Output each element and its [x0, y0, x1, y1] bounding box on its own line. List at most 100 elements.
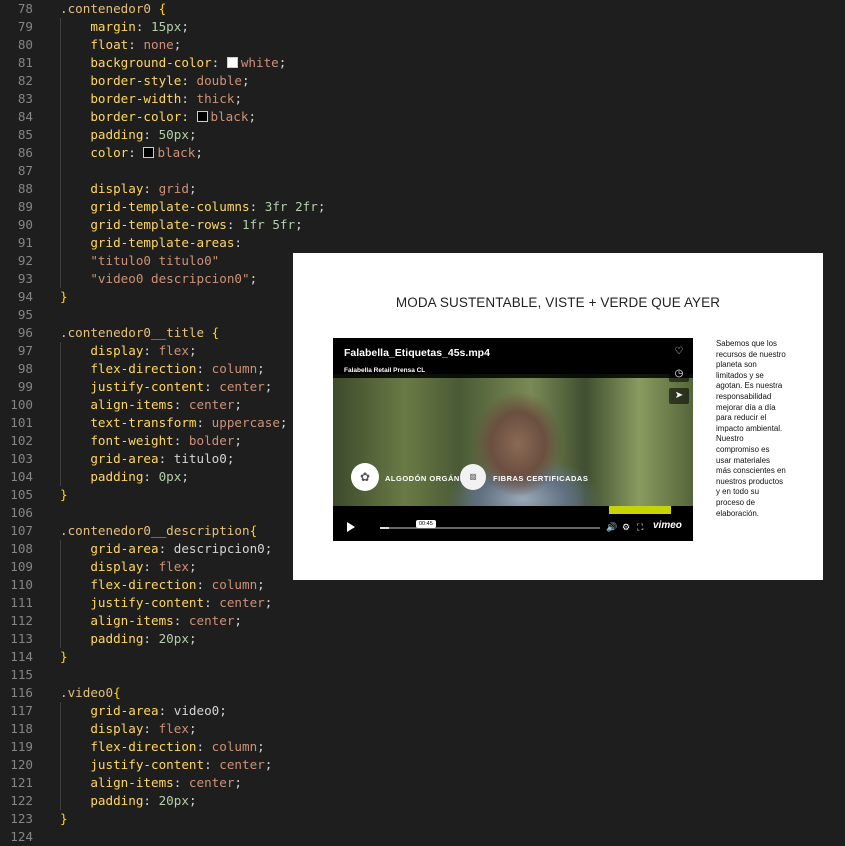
line-number: 85 [17, 127, 33, 142]
code-token: black [157, 145, 196, 160]
code-line[interactable]: 80 float: none; [0, 36, 845, 54]
code-line[interactable]: 84 border-color: black; [0, 108, 845, 126]
code-token: : [173, 775, 189, 790]
code-token: display [90, 721, 144, 736]
line-number: 79 [17, 19, 33, 34]
code-line[interactable]: 79 margin: 15px; [0, 18, 845, 36]
line-number: 82 [17, 73, 33, 88]
logo-right-text: FIBRAS CERTIFICADAS [493, 474, 589, 483]
fiber-logo-icon: ▩ [460, 464, 486, 490]
code-token: ; [317, 199, 326, 214]
code-token: font-weight [90, 433, 174, 448]
code-line[interactable]: 118 display: flex; [0, 720, 845, 738]
line-number: 112 [10, 613, 33, 628]
code-token: grid-template-columns [90, 199, 250, 214]
color-swatch[interactable] [196, 111, 208, 122]
code-token: : [143, 127, 159, 142]
fullscreen-icon[interactable]: ⛶ [637, 521, 643, 533]
code-line[interactable]: 115 [0, 666, 845, 684]
video-author[interactable]: Falabella Retail Prensa CL [344, 367, 425, 374]
code-token: video0 [173, 703, 220, 718]
code-line[interactable]: 89 grid-template-columns: 3fr 2fr; [0, 198, 845, 216]
video-title[interactable]: Falabella_Etiquetas_45s.mp4 [344, 347, 490, 359]
line-number: 98 [17, 361, 33, 376]
code-line[interactable]: 121 align-items: center; [0, 774, 845, 792]
code-line[interactable]: 85 padding: 50px; [0, 126, 845, 144]
line-number: 119 [10, 739, 33, 754]
code-token: ; [188, 127, 197, 142]
code-token: black [210, 109, 249, 124]
code-token: ; [195, 145, 203, 160]
code-token: ; [295, 217, 303, 232]
gear-icon[interactable]: ⚙ [622, 521, 630, 533]
code-token: column [211, 739, 258, 754]
line-number: 81 [17, 55, 33, 70]
code-token: : [128, 145, 144, 160]
code-token: flex-direction [90, 739, 197, 754]
code-token: align-items [90, 613, 174, 628]
code-token: { [158, 1, 167, 16]
code-token: ; [242, 73, 250, 88]
code-line[interactable]: 88 display: grid; [0, 180, 845, 198]
code-token: ; [234, 91, 243, 106]
code-line[interactable]: 112 align-items: center; [0, 612, 845, 630]
code-token: center [188, 613, 235, 628]
video-controls: 00:45 🔊 ⚙ ⛶ vimeo [333, 514, 693, 541]
code-line[interactable]: 81 background-color: white; [0, 54, 845, 72]
code-token: : [196, 577, 212, 592]
heart-icon[interactable]: ♡ [669, 344, 689, 360]
line-number: 102 [10, 433, 33, 448]
code-token: : [204, 757, 220, 772]
code-line[interactable]: 113 padding: 20px; [0, 630, 845, 648]
code-token: ; [188, 793, 197, 808]
line-number: 111 [10, 595, 33, 610]
code-line[interactable]: 91 grid-template-areas: [0, 234, 845, 252]
code-line[interactable]: 116 .video0{ [0, 684, 845, 702]
line-number: 113 [10, 631, 33, 646]
code-line[interactable]: 78 .contenedor0 { [0, 0, 845, 18]
code-line[interactable]: 119 flex-direction: column; [0, 738, 845, 756]
code-line[interactable]: 87 [0, 162, 845, 180]
code-line[interactable]: 82 border-style: double; [0, 72, 845, 90]
code-token: thick [196, 91, 235, 106]
code-token: display [90, 343, 144, 358]
code-token: center [219, 379, 265, 394]
code-token: column [211, 577, 258, 592]
code-token: ; [278, 55, 287, 70]
code-token: ; [188, 343, 197, 358]
clock-icon[interactable]: ◷ [669, 366, 689, 382]
code-token: float [90, 37, 129, 52]
video-frame[interactable] [333, 374, 693, 506]
color-swatch[interactable] [143, 147, 155, 158]
code-line[interactable]: 124 [0, 828, 845, 846]
code-line[interactable]: 122 padding: 20px; [0, 792, 845, 810]
code-line[interactable]: 90 grid-template-rows: 1fr 5fr; [0, 216, 845, 234]
code-line[interactable]: 83 border-width: thick; [0, 90, 845, 108]
code-line[interactable]: 111 justify-content: center; [0, 594, 845, 612]
code-token: ; [219, 703, 227, 718]
video-player[interactable]: Falabella_Etiquetas_45s.mp4 Falabella Re… [333, 338, 693, 541]
code-line[interactable]: 120 justify-content: center; [0, 756, 845, 774]
code-line[interactable]: 86 color: black; [0, 144, 845, 162]
progress-bar[interactable]: 00:45 [380, 520, 600, 529]
code-line[interactable]: 114} [0, 648, 845, 666]
code-token: display [90, 559, 144, 574]
volume-icon[interactable]: 🔊 [606, 521, 617, 533]
code-token: : [249, 199, 265, 214]
page-title: MODA SUSTENTABLE, VISTE + VERDE QUE AYER [395, 295, 721, 310]
code-token: } [60, 289, 68, 304]
code-token: flex [158, 721, 189, 736]
color-swatch[interactable] [226, 57, 238, 68]
code-line[interactable]: 117 grid-area: video0; [0, 702, 845, 720]
send-icon[interactable]: ➤ [669, 388, 689, 404]
line-number: 115 [10, 667, 33, 682]
code-line[interactable]: 123} [0, 810, 845, 828]
vimeo-logo[interactable]: vimeo [653, 520, 682, 531]
code-token: : [204, 379, 220, 394]
code-token: : [143, 559, 159, 574]
play-icon[interactable] [347, 522, 355, 532]
line-number: 87 [17, 163, 33, 178]
video-header: Falabella_Etiquetas_45s.mp4 Falabella Re… [333, 338, 693, 378]
code-token: { [249, 523, 258, 538]
code-token: { [211, 325, 220, 340]
